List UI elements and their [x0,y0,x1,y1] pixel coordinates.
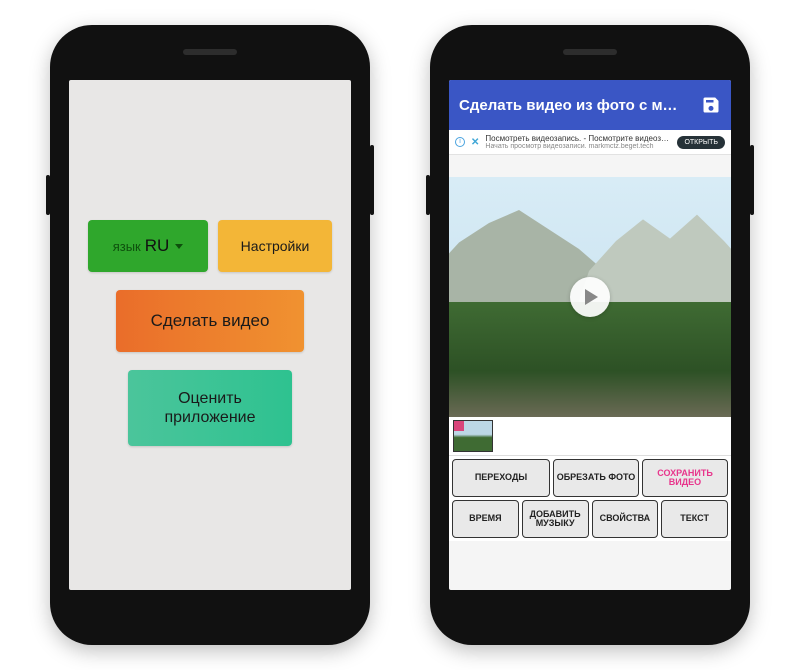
play-button[interactable] [570,277,610,317]
ad-text: Посмотреть видеозапись. - Посмотрите вид… [485,134,671,150]
ad-close-icon[interactable]: ✕ [471,137,479,148]
app-bar: Сделать видео из фото с му… [449,80,731,130]
time-button[interactable]: ВРЕМЯ [452,500,519,538]
text-button[interactable]: ТЕКСТ [661,500,728,538]
menu-top-row: язык RU Настройки [88,220,332,272]
phone-frame-right: Сделать видео из фото с му… i ✕ Посмотре… [430,25,750,645]
language-prefix: язык [113,239,141,254]
add-music-button[interactable]: ДОБАВИТЬ МУЗЫКУ [522,500,589,538]
landscape-decoration [449,302,731,417]
properties-button[interactable]: СВОЙСТВА [592,500,659,538]
rate-app-button[interactable]: Оценить приложение [128,370,292,446]
ad-title: Посмотреть видеозапись. - Посмотрите вид… [485,134,671,143]
ad-banner[interactable]: i ✕ Посмотреть видеозапись. - Посмотрите… [449,130,731,155]
side-button [426,175,430,215]
tools-grid: ПЕРЕХОДЫ ОБРЕЗАТЬ ФОТО СОХРАНИТЬ ВИДЕО В… [449,456,731,541]
tools-row-1: ПЕРЕХОДЫ ОБРЕЗАТЬ ФОТО СОХРАНИТЬ ВИДЕО [452,459,728,497]
tools-row-2: ВРЕМЯ ДОБАВИТЬ МУЗЫКУ СВОЙСТВА ТЕКСТ [452,500,728,538]
screen-main-menu: язык RU Настройки Сделать видео Оценить … [69,80,351,590]
language-code: RU [145,236,170,256]
ad-open-button[interactable]: ОТКРЫТЬ [677,136,725,149]
thumbnail-item[interactable] [453,420,493,452]
video-preview[interactable] [449,177,731,417]
save-video-button[interactable]: СОХРАНИТЬ ВИДЕО [642,459,728,497]
thumbnail-strip [449,417,731,456]
side-button [46,175,50,215]
phone-frame-left: язык RU Настройки Сделать видео Оценить … [50,25,370,645]
ad-info-icon: i [455,137,465,147]
settings-button[interactable]: Настройки [218,220,332,272]
app-bar-title: Сделать видео из фото с му… [459,97,679,114]
language-select-button[interactable]: язык RU [88,220,208,272]
screen-editor: Сделать видео из фото с му… i ✕ Посмотре… [449,80,731,590]
save-icon[interactable] [701,95,721,115]
transitions-button[interactable]: ПЕРЕХОДЫ [452,459,550,497]
ad-subtitle: Начать просмотр видеозаписи. markmctz.be… [485,143,671,150]
crop-photo-button[interactable]: ОБРЕЗАТЬ ФОТО [553,459,639,497]
chevron-down-icon [175,244,183,249]
play-icon [585,289,598,305]
main-menu: язык RU Настройки Сделать видео Оценить … [69,220,351,446]
make-video-button[interactable]: Сделать видео [116,290,304,352]
